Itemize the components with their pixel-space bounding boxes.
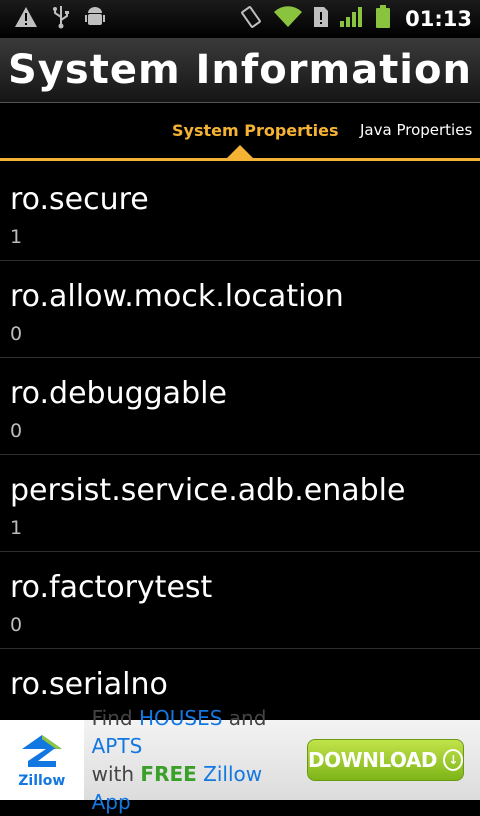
android-debug-icon [84,6,106,32]
sim-alert-icon [313,6,329,32]
download-button[interactable]: DOWNLOAD ↓ [307,739,464,781]
ad-text-highlight: HOUSES [138,706,223,730]
ad-line-1: Find HOUSES and APTS [92,704,307,760]
property-key: ro.allow.mock.location [10,279,344,314]
status-bar: 01:13 [0,0,480,38]
battery-icon [375,5,391,33]
list-item[interactable]: ro.secure 1 [0,164,480,261]
title-bar: System Information [0,38,480,103]
tab-java-properties[interactable]: Java Properties [360,121,472,139]
download-button-label: DOWNLOAD [308,748,437,772]
ad-text-part: Find [91,706,139,730]
zillow-logo-text: Zillow [18,773,66,789]
zillow-house-icon [21,735,62,767]
usb-icon [52,5,70,33]
zillow-logo: Zillow [0,720,84,800]
property-key: persist.service.adb.enable [10,473,406,508]
ad-text-free: FREE [140,762,197,786]
property-key: ro.factorytest [10,570,213,605]
property-value: 1 [10,226,23,248]
list-item[interactable]: persist.service.adb.enable 1 [0,455,480,552]
tab-bar: System Properties Java Properties [0,103,480,161]
tab-system-properties[interactable]: System Properties [172,121,339,140]
ad-text-highlight: APTS [91,734,143,758]
page-title: System Information [8,47,472,93]
signal-icon [339,6,365,32]
download-arrow-icon: ↓ [442,749,463,771]
property-key: ro.debuggable [10,376,227,411]
ad-line-2: with FREE Zillow App [92,760,307,816]
property-list[interactable]: ro.secure 1 ro.allow.mock.location 0 ro.… [0,164,480,720]
property-key: ro.serialno [10,667,168,702]
list-item[interactable]: ro.debuggable 0 [0,358,480,455]
property-value: 0 [10,420,23,442]
vibrate-icon [239,5,263,33]
ad-text-part: and [222,706,267,730]
property-value: 0 [10,323,23,345]
warning-icon [14,6,38,32]
ad-text: Find HOUSES and APTS with FREE Zillow Ap… [92,704,307,816]
status-time: 01:13 [405,7,472,31]
list-item[interactable]: ro.allow.mock.location 0 [0,261,480,358]
status-left-icons [0,5,106,33]
tab-underline [0,158,480,161]
ad-text-part: with [91,762,141,786]
active-tab-indicator [227,145,253,158]
property-value: 0 [10,614,23,636]
property-value: 1 [10,517,23,539]
property-key: ro.secure [10,182,149,217]
wifi-icon [273,6,303,32]
list-item[interactable]: ro.factorytest 0 [0,552,480,649]
status-right-icons: 01:13 [239,5,480,33]
ad-banner[interactable]: Zillow Find HOUSES and APTS with FREE Zi… [0,706,480,814]
